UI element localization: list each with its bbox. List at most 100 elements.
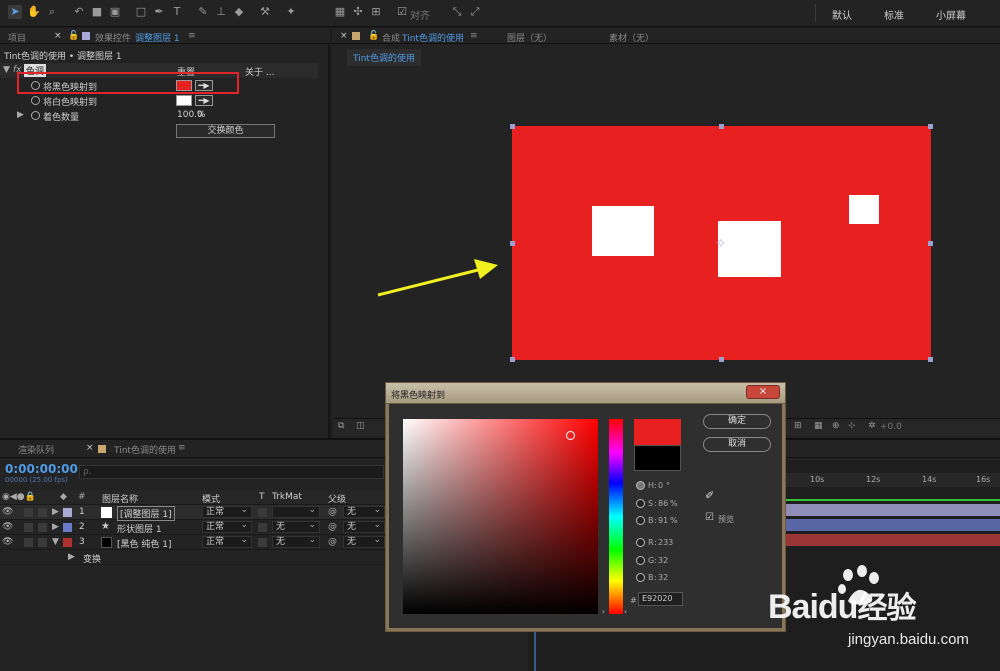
red-radio[interactable] (636, 538, 645, 547)
trkmat-dropdown[interactable] (272, 505, 320, 518)
hex-input[interactable]: E92020 (638, 592, 683, 606)
green-value[interactable]: 32 (658, 556, 668, 565)
hand-tool-icon[interactable]: ✋ (27, 5, 41, 19)
comp-subtab[interactable]: Tint色调的使用 (347, 49, 421, 66)
selection-handle[interactable] (719, 124, 724, 129)
label-color-swatch[interactable] (63, 508, 72, 517)
lock-toggle[interactable] (38, 523, 47, 532)
eyedropper-icon[interactable]: ━▶ (195, 95, 213, 106)
selection-handle[interactable] (510, 241, 515, 246)
close-icon[interactable]: × (86, 443, 94, 453)
clone-stamp-tool-icon[interactable]: ⊥ (214, 5, 228, 19)
layer-bar[interactable] (786, 519, 1000, 531)
panel-menu-icon[interactable]: ≡ (188, 31, 196, 41)
saturation-value[interactable]: 86 (658, 499, 668, 508)
eyedropper-icon[interactable]: ✐ (705, 489, 714, 502)
preserve-transparency-toggle[interactable] (258, 508, 267, 517)
hue-slider[interactable] (609, 419, 623, 614)
pen-tool-icon[interactable]: ✒ (152, 5, 166, 19)
panel-menu-icon[interactable]: ≡ (470, 31, 478, 41)
selection-handle[interactable] (719, 357, 724, 362)
zoom-tool-icon[interactable]: ⌕ (45, 5, 59, 19)
label-color-swatch[interactable] (63, 538, 72, 547)
pickwhip-icon[interactable]: @ (328, 522, 337, 532)
mask-visibility-icon[interactable]: ◫ (356, 421, 365, 431)
tab-render-queue[interactable]: 渲染队列 (18, 443, 54, 456)
layer-row[interactable]: 👁 ▶ 2 ★ 形状图层 1 正常 无 @ 无 (0, 520, 385, 535)
map-white-swatch[interactable] (176, 95, 192, 106)
view-axis-icon[interactable]: ⊞ (369, 5, 383, 19)
expand-arrow-icon[interactable]: ▼ (3, 65, 10, 75)
exposure-icon[interactable]: ✲ (868, 421, 876, 431)
green-radio[interactable] (636, 556, 645, 565)
trkmat-dropdown[interactable]: 无 (272, 520, 320, 533)
selection-handle[interactable] (928, 124, 933, 129)
fast-preview-icon[interactable]: ⊞ (794, 421, 802, 431)
parent-dropdown[interactable]: 无 (343, 505, 385, 518)
ok-button[interactable]: 确定 (703, 414, 771, 429)
blend-mode-dropdown[interactable]: 正常 (202, 520, 252, 533)
tab-project[interactable]: 项目 (8, 31, 26, 44)
trkmat-dropdown[interactable]: 无 (272, 535, 320, 548)
transform-label[interactable]: 变换 (83, 552, 101, 565)
saturation-brightness-field[interactable] (403, 419, 598, 614)
parent-dropdown[interactable]: 无 (343, 520, 385, 533)
hue-radio[interactable] (636, 481, 645, 490)
roto-brush-tool-icon[interactable]: ⚒ (258, 5, 272, 19)
selection-tool-icon[interactable]: ➤ (8, 5, 22, 19)
lock-toggle[interactable] (38, 508, 47, 517)
hue-slider-handle-right[interactable]: ‹ (624, 608, 627, 616)
hue-value[interactable]: 0 (658, 481, 663, 490)
cancel-button[interactable]: 取消 (703, 437, 771, 452)
rectangle-tool-icon[interactable]: □ (134, 5, 148, 19)
workspace-standard[interactable]: 标准 (884, 7, 904, 22)
brightness-value[interactable]: 91 (658, 516, 668, 525)
layer-row[interactable]: 👁 ▼ 3 [黑色 纯色 1] 正常 无 @ 无 (0, 535, 385, 550)
workspace-small-screen[interactable]: 小屏幕 (936, 7, 966, 22)
blend-mode-dropdown[interactable]: 正常 (202, 535, 252, 548)
pickwhip-icon[interactable]: @ (328, 507, 337, 517)
panel-menu-icon[interactable]: ≡ (178, 443, 186, 453)
transparency-grid-icon[interactable]: ▦ (814, 421, 823, 431)
eraser-tool-icon[interactable]: ◆ (232, 5, 246, 19)
tab-footage[interactable]: 素材（无） (609, 31, 654, 44)
always-preview-icon[interactable]: ⧉ (338, 421, 344, 431)
exposure-value[interactable]: +0.0 (880, 422, 902, 432)
expand-arrow-icon[interactable]: ▼ (52, 537, 59, 547)
world-axis-icon[interactable]: ✣ (351, 5, 365, 19)
lock-icon[interactable]: 🔓 (368, 31, 379, 41)
3d-view-icon[interactable]: ⊕ (832, 421, 840, 431)
blend-mode-dropdown[interactable]: 正常 (202, 505, 252, 518)
local-axis-icon[interactable]: ▦ (333, 5, 347, 19)
blue-radio[interactable] (636, 573, 645, 582)
red-value[interactable]: 233 (658, 538, 673, 547)
camera-tool-icon[interactable]: ■ (90, 5, 104, 19)
tab-composition[interactable]: 合成 (382, 31, 400, 44)
pan-behind-tool-icon[interactable]: ▣ (108, 5, 122, 19)
layer-row[interactable]: 👁 ▶ 1 [调整图层 1] 正常 @ 无 (0, 505, 385, 521)
stopwatch-icon[interactable] (31, 96, 40, 105)
color-picker-cursor[interactable] (566, 431, 575, 440)
tab-layer[interactable]: 图层（无） (507, 31, 552, 44)
expand-arrow-icon[interactable]: ▶ (68, 552, 75, 562)
snap-option-icon[interactable]: ⤡ (450, 5, 464, 19)
tab-comp-name[interactable]: Tint色调的使用 (402, 31, 464, 44)
saturation-radio[interactable] (636, 499, 645, 508)
layer-name-header[interactable]: 图层名称 (102, 492, 138, 505)
solo-toggle[interactable] (24, 508, 33, 517)
selection-handle[interactable] (928, 241, 933, 246)
eye-icon[interactable]: 👁 (2, 522, 13, 532)
selection-handle[interactable] (928, 357, 933, 362)
work-area-bar[interactable] (786, 499, 1000, 501)
puppet-pin-tool-icon[interactable]: ✦ (284, 5, 298, 19)
tab-effect-controls[interactable]: 效果控件 (95, 31, 131, 44)
label-color-swatch[interactable] (63, 523, 72, 532)
eye-icon[interactable]: 👁 (2, 507, 13, 517)
layer-bar[interactable] (786, 534, 1000, 546)
flowchart-icon[interactable]: ⊹ (848, 421, 856, 431)
layer-name[interactable]: 形状图层 1 (117, 522, 162, 535)
workspace-default[interactable]: 默认 (832, 7, 852, 22)
solo-toggle[interactable] (24, 523, 33, 532)
blue-value[interactable]: 32 (658, 573, 668, 582)
timeline-search-input[interactable]: ρ. (79, 465, 384, 479)
